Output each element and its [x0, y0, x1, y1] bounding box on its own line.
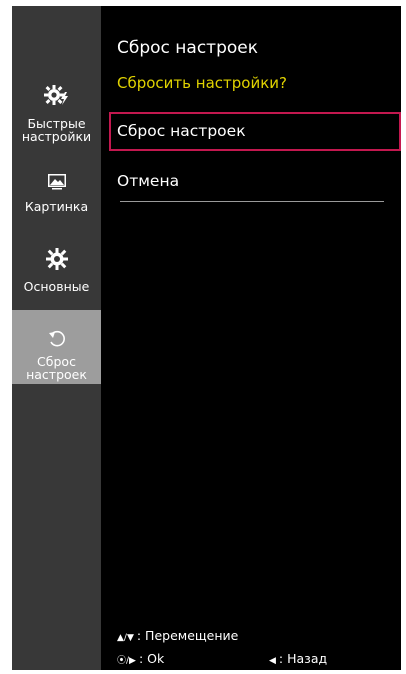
sidebar-item-label: настроек: [26, 367, 87, 382]
cancel-button[interactable]: Отмена: [109, 162, 401, 201]
sidebar: Быстрые настройки Картинка Основные Сбро…: [12, 6, 101, 670]
main-content: Сброс настроек Сбросить настройки? Сброс…: [101, 6, 401, 670]
back-arrow-icon: ◀: [269, 656, 276, 666]
reset-icon: [12, 329, 101, 353]
footer-ok-hint: ⦿/▶: Ok: [117, 651, 164, 666]
page-title: Сброс настроек: [117, 38, 258, 58]
footer-move-label: : Перемещение: [136, 628, 239, 643]
gear-icon: [12, 248, 101, 274]
sidebar-item-reset[interactable]: Сброс настроек: [12, 310, 101, 384]
gear-lightning-icon: [12, 84, 101, 110]
footer-move-hint: ▲/▼: Перемещение: [117, 628, 238, 643]
sidebar-item-label: Картинка: [24, 199, 89, 214]
picture-icon: [12, 174, 101, 194]
footer-ok-label: : Ok: [138, 651, 165, 666]
sidebar-item-label: настройки: [21, 129, 92, 144]
osd-panel: Быстрые настройки Картинка Основные Сбро…: [12, 6, 401, 670]
sidebar-item-general[interactable]: Основные: [12, 248, 101, 304]
confirm-question: Сбросить настройки?: [117, 74, 287, 92]
footer-back-hint: ◀: Назад: [269, 651, 327, 666]
up-down-arrows-icon: ▲/▼: [117, 633, 134, 643]
sidebar-item-label: Основные: [23, 279, 90, 294]
sidebar-item-picture[interactable]: Картинка: [12, 174, 101, 230]
sidebar-item-quick-settings[interactable]: Быстрые настройки: [12, 84, 101, 160]
footer-back-label: : Назад: [278, 651, 328, 666]
divider: [120, 201, 384, 202]
reset-confirm-button[interactable]: Сброс настроек: [109, 112, 401, 151]
ok-right-icon: ⦿/▶: [117, 656, 136, 666]
